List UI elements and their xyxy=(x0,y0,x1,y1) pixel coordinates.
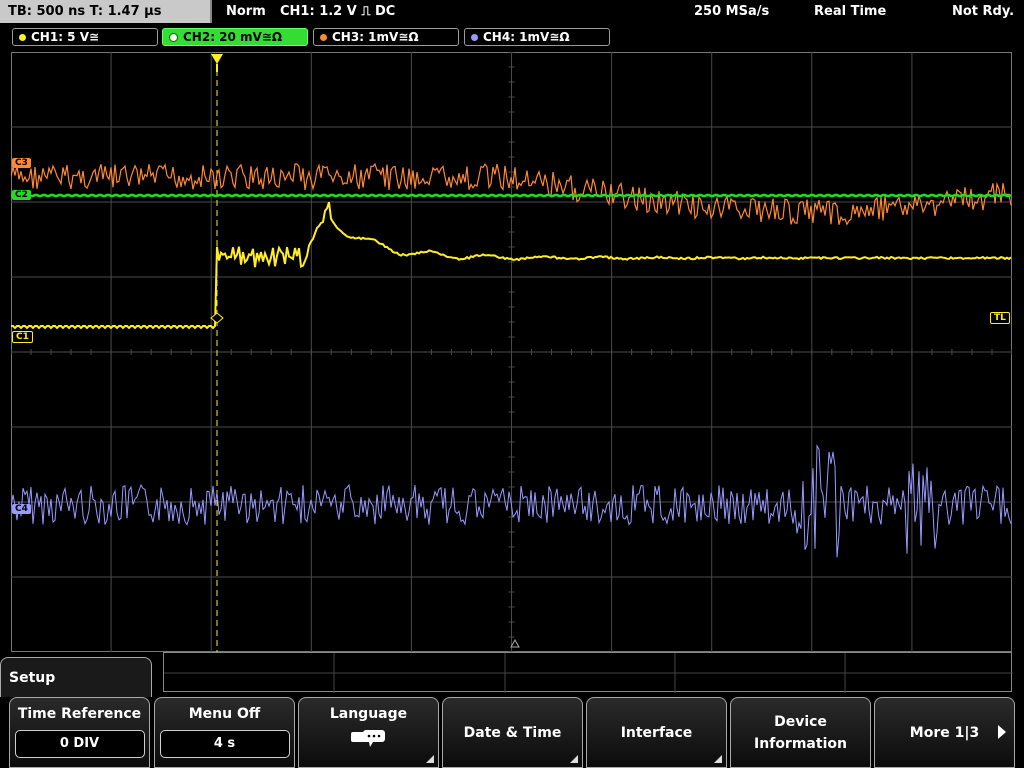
tab-ch1[interactable]: CH1: 5 V≅ xyxy=(12,28,158,46)
interface-button[interactable]: Interface xyxy=(586,697,727,768)
date-time-button[interactable]: Date & Time xyxy=(442,697,583,768)
ch1-label: CH1: 5 V≅ xyxy=(31,30,100,44)
play-arrow-icon xyxy=(998,725,1006,739)
submenu-corner-icon xyxy=(426,755,434,763)
speech-bubbles-icon xyxy=(350,730,385,747)
trigger-point-icon xyxy=(210,312,224,324)
ch4-offset-marker[interactable]: C4 xyxy=(12,504,31,514)
trigger-level-marker[interactable]: TL xyxy=(990,312,1010,324)
trigger-position-icon[interactable] xyxy=(211,54,223,64)
menu-off-value: 4 s xyxy=(159,730,290,758)
acquisition-mode: Real Time xyxy=(814,4,887,19)
sample-rate: 250 MSa/s xyxy=(694,4,770,19)
more-button[interactable]: More 1|3 xyxy=(874,697,1015,768)
info-panel-grid xyxy=(164,653,1013,693)
language-button[interactable]: Language xyxy=(298,697,439,768)
ch2-label: CH2: 20 mV≅Ω xyxy=(183,30,283,44)
ch2-waveform xyxy=(11,193,1012,198)
device-information-button[interactable]: Device Information xyxy=(730,697,871,768)
ch4-label: CH4: 1mV≅Ω xyxy=(483,30,570,44)
device-information-label-2: Information xyxy=(754,736,847,752)
interface-label: Interface xyxy=(620,725,693,741)
device-information-label: Device xyxy=(774,714,827,730)
center-marker-icon xyxy=(510,638,520,648)
menu-title: Setup xyxy=(0,657,152,697)
ch3-label: CH3: 1mV≅Ω xyxy=(332,30,419,44)
tab-ch4[interactable]: CH4: 1mV≅Ω xyxy=(464,28,610,46)
date-time-label: Date & Time xyxy=(463,725,562,741)
ch2-offset-marker[interactable]: C2 xyxy=(12,190,31,200)
menu-off-label: Menu Off xyxy=(188,706,261,722)
info-panel xyxy=(163,652,1013,693)
acquisition-status: Not Rdy. xyxy=(952,4,1015,19)
time-reference-value: 0 DIV xyxy=(14,730,145,758)
tab-ch3[interactable]: CH3: 1mV≅Ω xyxy=(313,28,459,46)
tab-ch2[interactable]: CH2: 20 mV≅Ω xyxy=(162,28,308,46)
time-reference-label: Time Reference xyxy=(17,706,142,722)
trigger-readout[interactable]: CH1: 1.2 V ⎍ DC xyxy=(280,0,395,24)
submenu-corner-icon xyxy=(714,755,722,763)
time-reference-button[interactable]: Time Reference 0 DIV xyxy=(9,697,150,768)
ch3-offset-marker[interactable]: C3 xyxy=(12,158,31,168)
ch1-offset-marker[interactable]: C1 xyxy=(12,331,33,343)
status-bar: TB: 500 ns T: 1.47 µs Norm CH1: 1.2 V ⎍ … xyxy=(0,0,1024,24)
ch4-dot-icon xyxy=(471,34,478,41)
menu-off-button[interactable]: Menu Off 4 s xyxy=(154,697,295,768)
language-label: Language xyxy=(329,706,408,722)
more-label: More 1|3 xyxy=(909,725,980,741)
graticule xyxy=(11,52,1012,652)
timebase-readout[interactable]: TB: 500 ns T: 1.47 µs xyxy=(0,0,212,23)
ch3-dot-icon xyxy=(320,34,327,41)
waveform-canvas xyxy=(11,52,1012,652)
trigger-mode[interactable]: Norm xyxy=(226,0,266,24)
ch2-dot-icon xyxy=(169,33,178,42)
submenu-corner-icon xyxy=(570,755,578,763)
ch1-dot-icon xyxy=(19,34,26,41)
